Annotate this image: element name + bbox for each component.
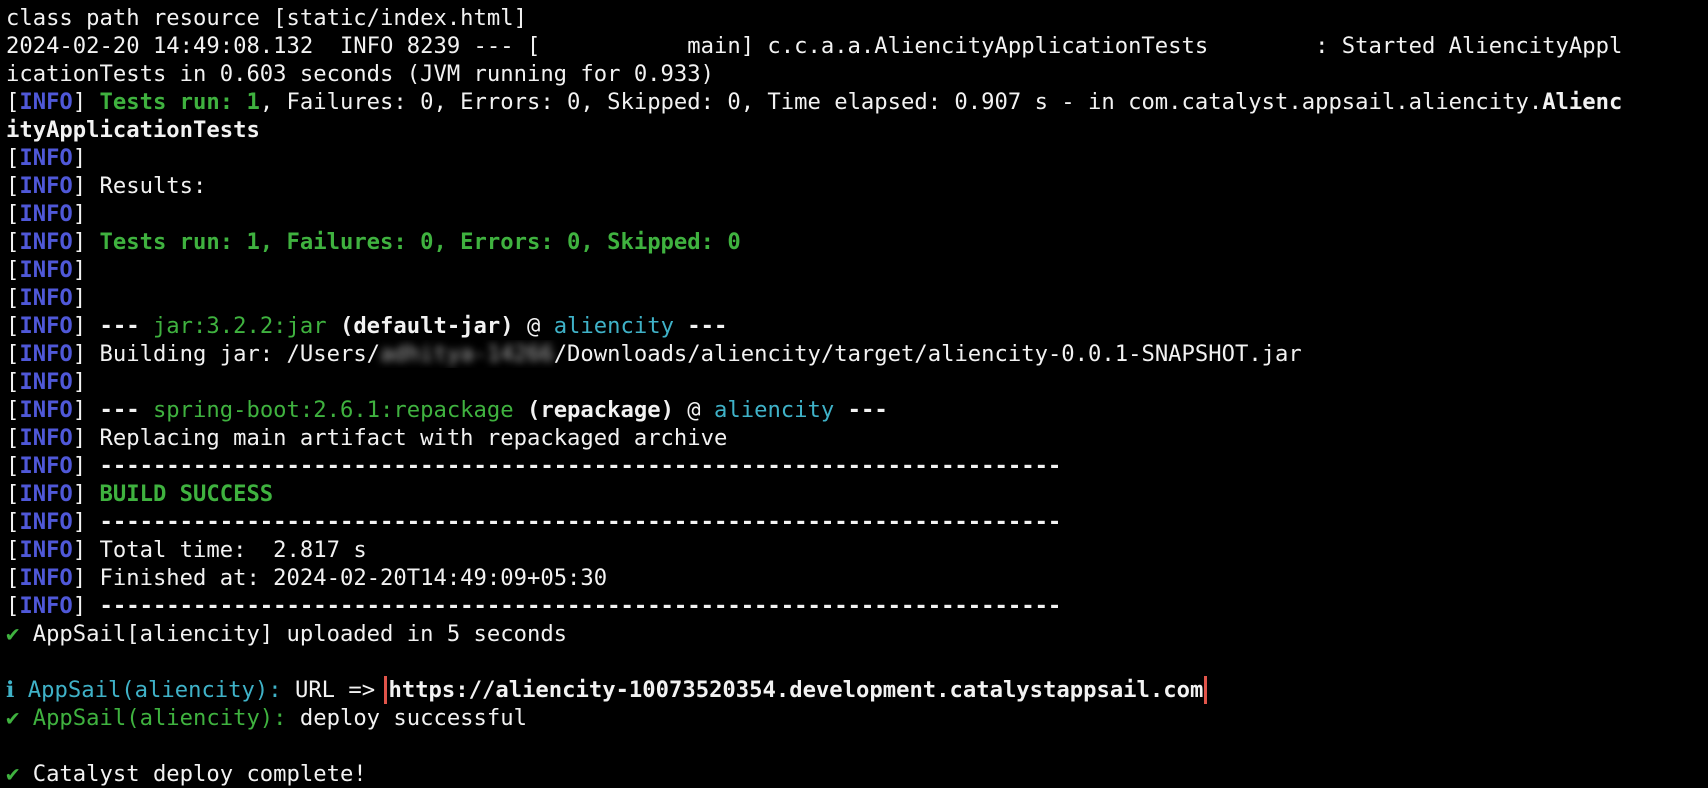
- info-tag: INFO: [19, 397, 73, 423]
- terminal-output[interactable]: class path resource [static/index.html] …: [6, 4, 1706, 788]
- deploy-complete: Catalyst deploy complete!: [32, 761, 367, 787]
- log-line: ityApplicationTests: [6, 116, 1706, 144]
- info-tag: INFO: [19, 145, 73, 171]
- log-line: ✔ Catalyst deploy complete!: [6, 760, 1706, 788]
- log-line: [INFO] --- spring-boot:2.6.1:repackage (…: [6, 397, 888, 423]
- separator: ----------------------------------------…: [99, 453, 1062, 479]
- test-class-name: Alienc: [1542, 89, 1623, 115]
- log-line: [INFO]: [6, 145, 87, 171]
- log-line: [INFO] Total time: 2.817 s: [6, 537, 367, 563]
- appsail-label: AppSail(aliencity):: [27, 677, 282, 703]
- check-icon: ✔: [6, 621, 20, 647]
- info-tag: INFO: [19, 257, 73, 283]
- at-sign: @: [526, 313, 541, 339]
- log-line: [INFO] ---------------------------------…: [6, 593, 1062, 619]
- separator: ----------------------------------------…: [99, 509, 1062, 535]
- info-tag: INFO: [19, 173, 73, 199]
- info-tag: INFO: [19, 537, 73, 563]
- log-text: icationTests in 0.603 seconds (JVM runni…: [6, 61, 714, 87]
- url-label: URL =>: [294, 677, 376, 703]
- deployment-url[interactable]: https://aliencity-10073520354.developmen…: [384, 676, 1208, 704]
- info-tag: INFO: [19, 369, 73, 395]
- check-icon: ✔: [6, 705, 20, 731]
- tests-run-detail: , Failures: 0, Errors: 0, Skipped: 0, Ti…: [259, 89, 1543, 115]
- log-line: [INFO] Replacing main artifact with repa…: [6, 425, 728, 451]
- log-line: [INFO] Tests run: 1, Failures: 0, Errors…: [6, 229, 741, 255]
- tests-summary: Tests run: 1, Failures: 0, Errors: 0, Sk…: [99, 229, 741, 255]
- total-time: Total time: 2.817 s: [99, 537, 367, 563]
- tests-run-count: Tests run: 1: [99, 89, 260, 115]
- at-sign: @: [687, 397, 701, 423]
- log-line: ✔ AppSail(aliencity): deploy successful: [6, 704, 1706, 732]
- test-class-name-cont: ityApplicationTests: [6, 117, 260, 143]
- dashes: ---: [99, 313, 140, 339]
- log-line: [INFO]: [6, 369, 87, 395]
- info-tag: INFO: [19, 313, 73, 339]
- redacted-username: adhitya-14266: [380, 341, 554, 367]
- info-tag: INFO: [19, 509, 73, 535]
- log-line: [INFO] BUILD SUCCESS: [6, 481, 274, 507]
- info-tag: INFO: [19, 481, 73, 507]
- log-line: ℹ AppSail(aliencity): URL => https://ali…: [6, 676, 1706, 704]
- replacing-artifact: Replacing main artifact with repackaged …: [99, 425, 728, 451]
- info-tag: INFO: [19, 593, 73, 619]
- plugin-name: spring-boot:2.6.1:repackage: [152, 397, 514, 423]
- separator: ----------------------------------------…: [99, 593, 1062, 619]
- results-label: Results:: [99, 173, 207, 199]
- log-line: icationTests in 0.603 seconds (JVM runni…: [6, 60, 1706, 88]
- log-text: class path resource [static/index.html]: [6, 5, 527, 31]
- dashes: ---: [99, 397, 140, 423]
- info-tag: INFO: [19, 341, 73, 367]
- check-icon: ✔: [6, 761, 20, 787]
- info-tag: INFO: [19, 229, 73, 255]
- info-tag: INFO: [19, 453, 73, 479]
- log-line: [INFO] --- jar:3.2.2:jar (default-jar) @…: [6, 313, 728, 339]
- plugin-goal: (repackage): [526, 397, 674, 423]
- info-tag: INFO: [19, 201, 73, 227]
- log-line: [INFO] Tests run: 1, Failures: 0, Errors…: [6, 89, 1623, 115]
- dashes: ---: [687, 313, 728, 339]
- dashes: ---: [847, 397, 888, 423]
- log-line: ✔ AppSail[aliencity] uploaded in 5 secon…: [6, 620, 1706, 648]
- log-line: class path resource [static/index.html]: [6, 4, 1706, 32]
- log-line: [INFO]: [6, 201, 87, 227]
- log-line: [INFO] ---------------------------------…: [6, 453, 1062, 479]
- log-text: 2024-02-20 14:49:08.132 INFO 8239 --- [ …: [6, 33, 1623, 59]
- info-icon: ℹ: [6, 677, 15, 703]
- info-tag: INFO: [19, 425, 73, 451]
- log-line: [INFO]: [6, 285, 87, 311]
- plugin-goal: (default-jar): [339, 313, 514, 339]
- build-success: BUILD SUCCESS: [99, 481, 274, 507]
- log-line: 2024-02-20 14:49:08.132 INFO 8239 --- [ …: [6, 32, 1706, 60]
- deploy-successful: deploy successful: [299, 705, 527, 731]
- log-line: [INFO]: [6, 257, 87, 283]
- finished-at: Finished at: 2024-02-20T14:49:09+05:30: [99, 565, 608, 591]
- building-jar-prefix: Building jar: /Users/: [99, 341, 381, 367]
- building-jar-path: /Downloads/aliencity/target/aliencity-0.…: [553, 341, 1302, 367]
- log-line: [INFO] Finished at: 2024-02-20T14:49:09+…: [6, 565, 608, 591]
- project-name: aliencity: [714, 397, 835, 423]
- info-tag: INFO: [19, 565, 73, 591]
- uploaded-message: AppSail[aliencity] uploaded in 5 seconds: [32, 621, 568, 647]
- log-line: [INFO] Building jar: /Users/adhitya-1426…: [6, 341, 1302, 367]
- project-name: aliencity: [553, 313, 674, 339]
- info-tag: INFO: [19, 89, 73, 115]
- appsail-label: AppSail(aliencity):: [32, 705, 287, 731]
- info-tag: INFO: [19, 285, 73, 311]
- plugin-name: jar:3.2.2:jar: [152, 313, 327, 339]
- log-line: [INFO] ---------------------------------…: [6, 509, 1062, 535]
- log-line: [INFO] Results:: [6, 173, 207, 199]
